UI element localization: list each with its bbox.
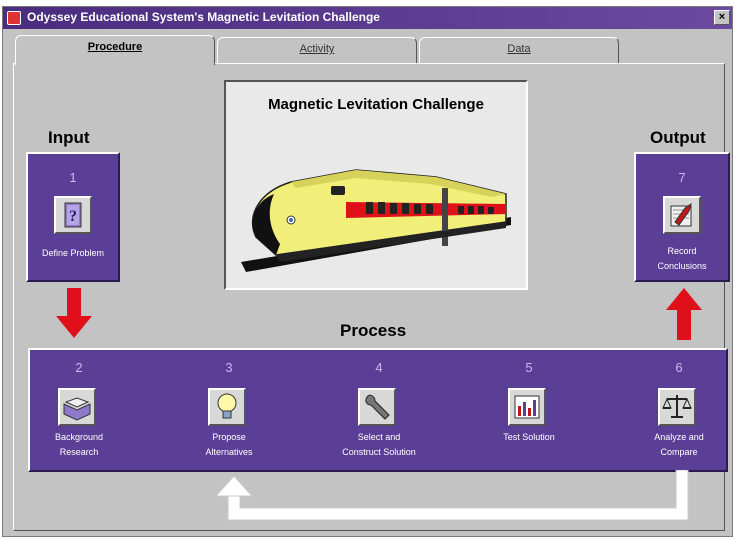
step-label: Define Problem xyxy=(41,248,105,258)
wrench-icon xyxy=(365,394,390,420)
process-bar: 2 Background Research 3 Propose Alternat… xyxy=(28,348,728,472)
step-number: 5 xyxy=(525,360,533,375)
analyze-compare-button[interactable] xyxy=(658,388,696,426)
label-line-1: Test Solution xyxy=(503,432,555,442)
label-line-2: Conclusions xyxy=(657,261,707,271)
title-bar[interactable]: Odyssey Educational System's Magnetic Le… xyxy=(3,7,732,29)
propose-alternatives-button[interactable] xyxy=(208,388,246,426)
step-1-box[interactable]: 1 ? Define Problem xyxy=(26,152,120,282)
down-arrow-icon xyxy=(56,288,92,338)
window-title: Odyssey Educational System's Magnetic Le… xyxy=(27,10,380,24)
select-construct-button[interactable] xyxy=(358,388,396,426)
up-arrow-icon xyxy=(666,288,702,340)
step-label: Propose Alternatives xyxy=(154,430,304,460)
challenge-image-panel: Magnetic Levitation Challenge xyxy=(224,80,528,290)
label-line-2: Alternatives xyxy=(205,447,253,457)
step-number: 1 xyxy=(69,170,77,185)
label-line-1: Record xyxy=(667,246,697,256)
tab-data[interactable]: Data xyxy=(419,37,619,63)
open-book-icon xyxy=(63,397,91,421)
maglev-train-image xyxy=(241,169,511,272)
output-label: Output xyxy=(650,128,706,147)
label-line-1: Analyze and xyxy=(654,432,704,442)
step-number: 3 xyxy=(225,360,233,375)
step-2[interactable]: 2 Background Research xyxy=(4,350,154,470)
input-label: Input xyxy=(48,128,90,147)
label-line-1: Select and xyxy=(357,432,401,442)
step-number: 4 xyxy=(375,360,383,375)
lightbulb-icon xyxy=(217,393,237,419)
step-number: 6 xyxy=(675,360,683,375)
step-3[interactable]: 3 Propose Alternatives xyxy=(154,350,304,470)
return-arrow-icon xyxy=(214,470,689,521)
define-problem-button[interactable]: ? xyxy=(54,196,92,234)
process-label: Process xyxy=(340,321,407,340)
step-6[interactable]: 6 Analyze and Compare xyxy=(604,350,735,470)
bar-chart-icon xyxy=(514,395,540,419)
app-icon xyxy=(7,11,21,25)
label-line-2: Research xyxy=(59,447,99,457)
step-label: Test Solution xyxy=(454,430,604,445)
step-label: Background Research xyxy=(4,430,154,460)
label-line-2: Compare xyxy=(660,447,698,457)
question-book-icon: ? xyxy=(64,202,82,228)
procedure-panel: Magnetic Levitation Challenge Input Outp… xyxy=(13,63,730,531)
balance-scale-icon xyxy=(662,395,692,418)
step-5[interactable]: 5 Test Solution xyxy=(454,350,604,470)
label-line-1: Propose xyxy=(212,432,246,442)
test-solution-button[interactable] xyxy=(508,388,546,426)
step-number: 2 xyxy=(75,360,83,375)
step-number: 7 xyxy=(678,170,686,185)
label-line-1: Background xyxy=(54,432,104,442)
tab-activity[interactable]: Activity xyxy=(217,37,417,63)
app-window: Odyssey Educational System's Magnetic Le… xyxy=(2,6,733,537)
step-label: Select and Construct Solution xyxy=(304,430,454,460)
step-label: Analyze and Compare xyxy=(604,430,735,460)
tab-procedure[interactable]: Procedure xyxy=(15,35,215,65)
step-4[interactable]: 4 Select and Construct Solution xyxy=(304,350,454,470)
label-line-2: Construct Solution xyxy=(342,447,416,457)
svg-text:?: ? xyxy=(69,208,77,225)
notebook-pencil-icon xyxy=(670,202,692,227)
background-research-button[interactable] xyxy=(58,388,96,426)
record-conclusions-button[interactable] xyxy=(663,196,701,234)
challenge-title: Magnetic Levitation Challenge xyxy=(268,96,484,113)
close-button[interactable]: × xyxy=(714,10,730,25)
step-7-box[interactable]: 7 Record Conclusions xyxy=(634,152,730,282)
step-label: Record Conclusions xyxy=(636,244,728,274)
